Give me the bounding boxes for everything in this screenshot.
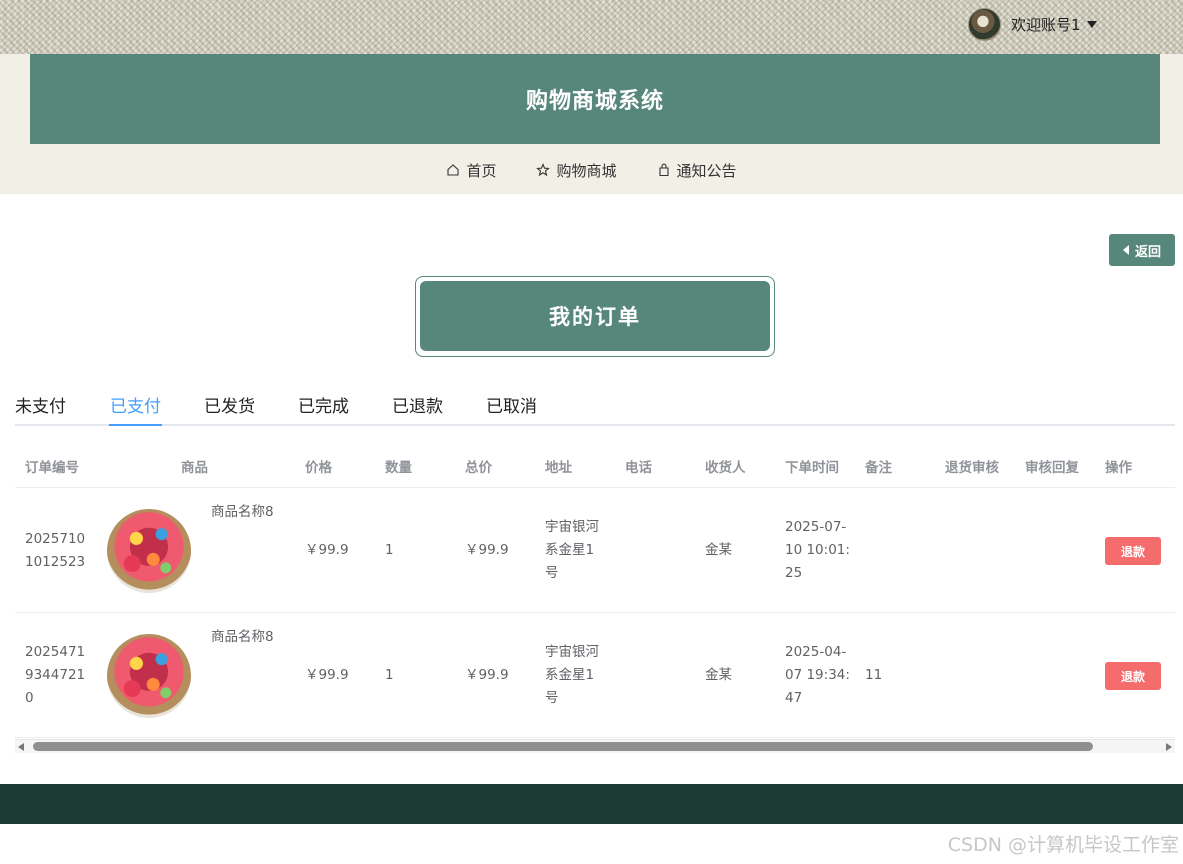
text-line: 10 10:01: (785, 542, 850, 558)
address: 宇宙银河 系金星1 号 (545, 641, 599, 710)
total-price: ￥99.9 (465, 667, 509, 683)
scrollbar-thumb[interactable] (33, 742, 1093, 751)
column-header: 地址 (545, 460, 572, 476)
tab-refunded[interactable]: 已退款 (392, 392, 443, 424)
order-number: 2025710 1012523 (25, 528, 85, 574)
table-row: 2025710 1012523 商品名称8 ￥99.9 1 ￥99.9 宇宙银河… (15, 488, 1175, 613)
column-header: 价格 (305, 460, 332, 476)
nav-item-label: 购物商城 (556, 161, 617, 180)
text-line: 号 (545, 690, 559, 706)
text-line: 07 19:34: (785, 667, 850, 683)
caret-down-icon (1086, 20, 1097, 28)
price: ￥99.9 (305, 667, 349, 683)
quantity: 1 (385, 542, 394, 558)
user-name: 欢迎账号1 (1011, 15, 1081, 34)
scroll-right-icon[interactable] (1166, 743, 1172, 751)
price: ￥99.9 (305, 542, 349, 558)
product-name: 商品名称8 (211, 629, 274, 645)
column-header: 操作 (1105, 460, 1132, 476)
tab-unpaid[interactable]: 未支付 (15, 392, 66, 424)
text-line: 号 (545, 565, 559, 581)
nav-item-notice[interactable]: 通知公告 (657, 154, 737, 186)
nav-item-label: 首页 (466, 161, 497, 180)
text-line: 2025710 (25, 531, 86, 547)
home-icon (447, 164, 460, 176)
text-line: 宇宙银河 (545, 644, 599, 660)
tab-completed[interactable]: 已完成 (298, 392, 349, 424)
refund-button[interactable]: 退款 (1105, 662, 1161, 690)
main-nav: 首页 购物商城 通知公告 (0, 154, 1183, 186)
column-header: 退货审核 (945, 460, 999, 476)
receiver: 金某 (705, 542, 732, 558)
column-header: 总价 (465, 460, 492, 476)
refund-button[interactable]: 退款 (1105, 537, 1161, 565)
total-price: ￥99.9 (465, 542, 509, 558)
nav-item-home[interactable]: 首页 (446, 154, 496, 186)
product-name: 商品名称8 (211, 504, 274, 520)
caret-left-icon (1122, 245, 1129, 255)
text-line: 47 (785, 690, 803, 706)
footer (0, 784, 1183, 824)
text-line: 9344721 (25, 667, 86, 683)
nav-item-label: 通知公告 (676, 161, 737, 180)
table-header: 订单编号 商品 价格 数量 总价 地址 电话 收货人 下单时间 备注 退货审核 … (15, 440, 1175, 488)
column-header: 备注 (865, 460, 892, 476)
text-line: 系金星1 (545, 667, 595, 683)
avatar (968, 7, 1001, 41)
column-header: 订单编号 (25, 460, 79, 476)
column-header: 电话 (625, 460, 652, 476)
page-title-box: 我的订单 (420, 281, 770, 351)
watermark: CSDN @计算机毕设工作室 (947, 834, 1179, 856)
site-title-box: 购物商城系统 (30, 54, 1160, 144)
text-line: 2025-07- (785, 519, 847, 535)
back-label: 返回 (1134, 244, 1161, 260)
order-time: 2025-04- 07 19:34: 47 (785, 641, 850, 710)
receiver: 金某 (705, 667, 732, 683)
horizontal-scrollbar[interactable] (15, 739, 1175, 753)
table-row: 2025471 9344721 0 商品名称8 ￥99.9 1 ￥99.9 宇宙… (15, 613, 1175, 738)
column-header: 收货人 (705, 460, 746, 476)
user-menu[interactable]: 欢迎账号1 (968, 7, 1097, 41)
text-line: 宇宙银河 (545, 519, 599, 535)
header: 购物商城系统 首页 购物商城 通知公告 (0, 54, 1183, 194)
order-number: 2025471 9344721 0 (25, 641, 85, 710)
site-title: 购物商城系统 (525, 89, 664, 114)
tab-cancelled[interactable]: 已取消 (486, 392, 537, 424)
text-line: 2025471 (25, 644, 86, 660)
order-status-tabs: 未支付 已支付 已发货 已完成 已退款 已取消 (15, 392, 1175, 426)
text-line: 系金星1 (545, 542, 595, 558)
product-image[interactable] (107, 634, 191, 718)
text-line: 1012523 (25, 554, 86, 570)
star-icon (536, 163, 551, 177)
text-line: 2025-04- (785, 644, 847, 660)
note: 11 (865, 667, 883, 683)
column-header: 审核回复 (1025, 460, 1079, 476)
text-line: 25 (785, 565, 803, 581)
top-bar: 欢迎账号1 (0, 0, 1183, 54)
column-header: 数量 (385, 460, 412, 476)
column-header: 下单时间 (785, 460, 839, 476)
order-time: 2025-07- 10 10:01: 25 (785, 516, 850, 585)
product-image[interactable] (107, 509, 191, 593)
back-button[interactable]: 返回 (1109, 234, 1175, 266)
page-title: 我的订单 (549, 305, 641, 329)
bag-icon (658, 163, 669, 177)
scroll-left-icon[interactable] (18, 743, 24, 751)
tab-shipped[interactable]: 已发货 (204, 392, 255, 424)
tab-paid[interactable]: 已支付 (109, 392, 162, 426)
orders-table: 订单编号 商品 价格 数量 总价 地址 电话 收货人 下单时间 备注 退货审核 … (15, 440, 1175, 740)
quantity: 1 (385, 667, 394, 683)
column-header: 商品 (181, 460, 208, 476)
address: 宇宙银河 系金星1 号 (545, 516, 599, 585)
nav-item-mall[interactable]: 购物商城 (536, 154, 617, 186)
text-line: 0 (25, 690, 34, 706)
